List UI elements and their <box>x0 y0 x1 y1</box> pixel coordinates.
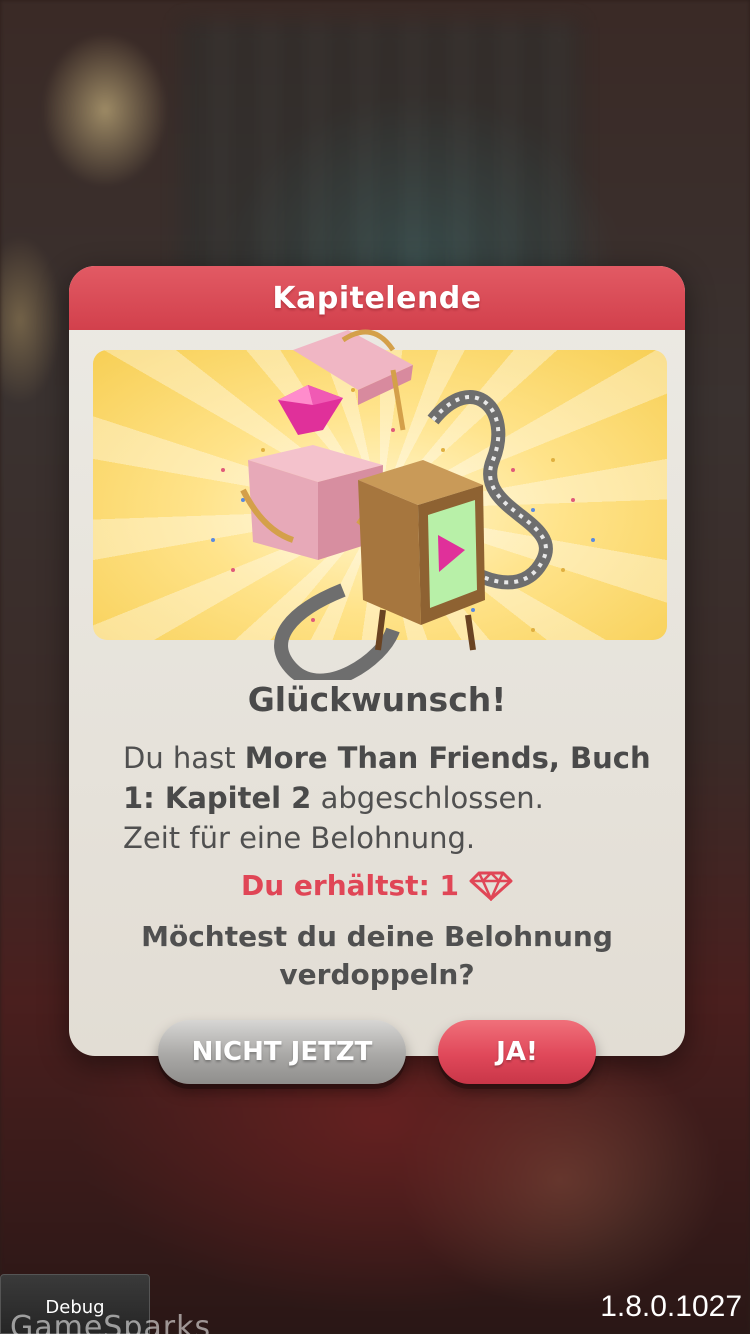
gamesparks-label: GameSparks <box>10 1310 212 1334</box>
version-label: 1.8.0.1027 <box>600 1290 742 1323</box>
reward-illustration <box>93 329 667 680</box>
message-suffix: abgeschlossen. <box>311 781 544 815</box>
gift-and-theater-illustration <box>211 329 595 680</box>
gem-icon <box>469 870 513 901</box>
completion-message: Du hast More Than Friends, Buch 1: Kapit… <box>123 738 653 858</box>
message-prefix: Du hast <box>123 741 245 775</box>
reward-text: Du erhältst: 1 <box>240 869 459 902</box>
double-reward-question: Möchtest du deine Belohnung verdoppeln? <box>141 920 613 991</box>
congratulations-heading: Glückwunsch! <box>247 680 507 719</box>
message-reward-line: Zeit für eine Belohnung. <box>123 821 476 855</box>
chapter-end-dialog: Kapitelende Glückwunsch! Du hast More Th… <box>69 266 685 1056</box>
theater-box <box>358 460 485 651</box>
pink-gem <box>278 385 343 435</box>
yes-button[interactable]: JA! <box>438 1020 596 1084</box>
not-now-button[interactable]: NICHT JETZT <box>158 1020 406 1084</box>
reward-amount: Du erhältst: 1 <box>69 869 685 902</box>
